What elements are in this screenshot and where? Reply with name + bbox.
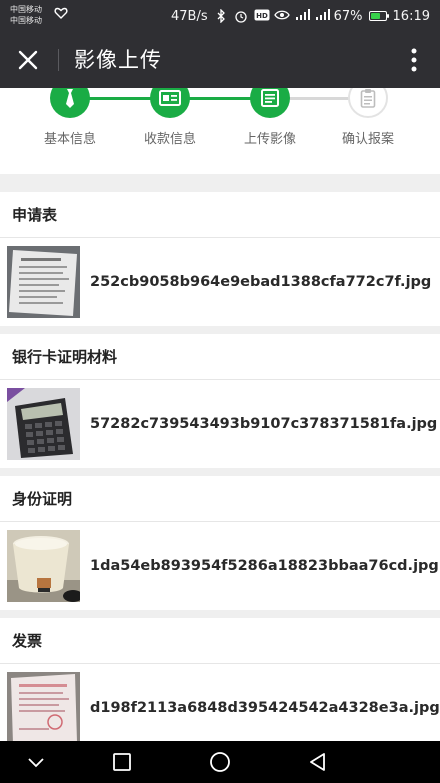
nav-recents-button[interactable] [109, 749, 135, 775]
step-basic-info[interactable]: 基本信息 [25, 88, 115, 147]
clock: 16:19 [392, 8, 430, 24]
signal-icon-2 [314, 9, 330, 23]
file-name[interactable]: d198f2113a6848d395424542a4328e3a.jpg [90, 664, 440, 741]
square-icon [113, 753, 131, 771]
form-photo-thumbnail[interactable] [7, 246, 80, 318]
carrier-line-1: 中国移动 [10, 5, 42, 14]
step-circle [348, 88, 388, 118]
page-title: 影像上传 [74, 48, 162, 72]
step-label: 基本信息 [43, 132, 96, 147]
chevron-down-icon [28, 758, 44, 768]
file-name[interactable]: 252cb9058b964e9ebad1388cfa772c7f.jpg [90, 238, 431, 326]
carrier-info: 中国移动 中国移动 [10, 4, 42, 26]
section-header-invoice: 发票 [0, 618, 440, 664]
clipboard-icon [360, 89, 376, 108]
step-upload-images[interactable]: 上传影像 [225, 88, 315, 147]
step-circle [250, 88, 290, 118]
app-bar: 影像上传 [0, 32, 440, 88]
signal-icon [294, 9, 310, 23]
close-icon [18, 50, 38, 70]
step-confirm-report[interactable]: 确认报案 [323, 88, 413, 147]
svg-text:HD: HD [256, 12, 268, 20]
section-header-application-form: 申请表 [0, 192, 440, 238]
battery-fill [370, 13, 380, 19]
step-label: 确认报案 [341, 132, 394, 147]
triangle-back-icon [310, 753, 325, 771]
bluetooth-icon [214, 8, 228, 24]
cup-photo-thumbnail[interactable] [7, 530, 80, 602]
more-menu-button[interactable] [398, 44, 430, 76]
heart-icon [54, 6, 68, 20]
file-name[interactable]: 1da54eb893954f5286a18823bbaa76cd.jpg [90, 522, 439, 610]
close-button[interactable] [12, 44, 44, 76]
nav-home-button[interactable] [207, 749, 233, 775]
id-card-icon [159, 90, 181, 106]
battery-icon [368, 11, 389, 21]
section-header-identity: 身份证明 [0, 476, 440, 522]
invoice-photo-thumbnail[interactable] [7, 672, 80, 741]
file-row[interactable]: d198f2113a6848d395424542a4328e3a.jpg [0, 664, 440, 741]
nav-back-button[interactable] [305, 749, 331, 775]
status-right-group: 47B/s HD 67% 16:19 [171, 0, 430, 32]
step-circle [150, 88, 190, 118]
step-label: 上传影像 [243, 132, 296, 147]
nav-hide-keyboard-button[interactable] [23, 749, 49, 775]
step-payment-info[interactable]: 收款信息 [125, 88, 215, 147]
tie-icon [66, 89, 74, 108]
file-row[interactable]: 1da54eb893954f5286a18823bbaa76cd.jpg [0, 522, 440, 610]
alarm-icon [234, 9, 248, 23]
system-nav-bar [0, 741, 440, 783]
file-row[interactable]: 252cb9058b964e9ebad1388cfa772c7f.jpg [0, 238, 440, 326]
step-circle [50, 88, 90, 118]
document-icon [261, 89, 279, 107]
battery-percent: 67% [333, 8, 363, 24]
screen: 中国移动 中国移动 47B/s HD 67% 16:19 影像上传 基本信息 收… [0, 0, 440, 783]
section-header-bank-card: 银行卡证明材料 [0, 334, 440, 380]
app-bar-divider [58, 49, 59, 71]
step-label: 收款信息 [143, 132, 196, 147]
more-vertical-icon [411, 48, 417, 72]
status-bar: 中国移动 中国移动 47B/s HD 67% 16:19 [0, 0, 440, 32]
upload-list: 申请表 252cb9058b964e9ebad1388cfa772c7f.jpg [0, 192, 440, 741]
network-speed: 47B/s [171, 8, 208, 24]
eye-icon [273, 9, 290, 23]
progress-stepper: 基本信息 收款信息 上传影像 确认报案 [0, 88, 440, 174]
carrier-line-2: 中国移动 [10, 16, 42, 25]
file-name[interactable]: 57282c739543493b9107c378371581fa.jpg [90, 380, 437, 468]
hd-icon: HD [254, 9, 270, 23]
circle-icon [210, 752, 230, 772]
file-row[interactable]: 57282c739543493b9107c378371581fa.jpg [0, 380, 440, 468]
calculator-photo-thumbnail[interactable] [7, 388, 80, 460]
